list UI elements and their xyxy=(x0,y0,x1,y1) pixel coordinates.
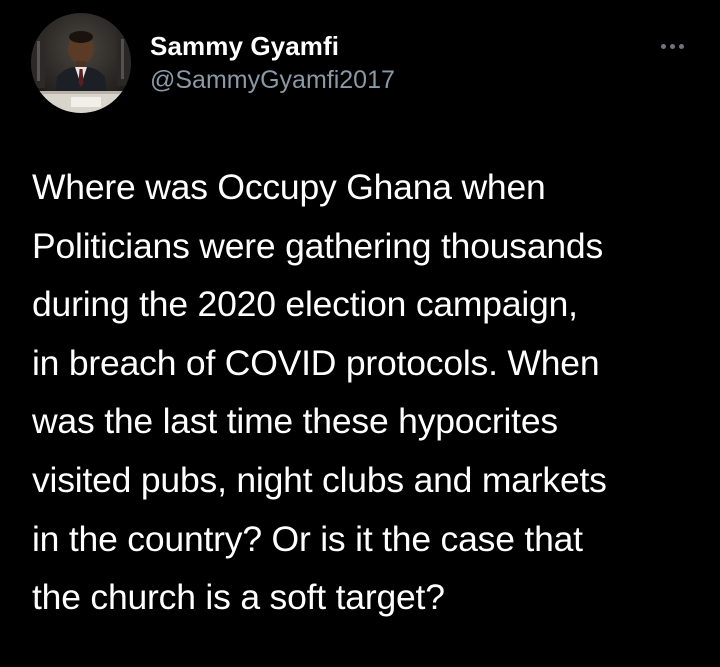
more-options-icon xyxy=(678,43,684,49)
author-display-name[interactable]: Sammy Gyamfi xyxy=(150,30,395,62)
tweet-text-line: in the country? Or is it the case that xyxy=(32,518,583,559)
tweet-text-line: visited pubs, night clubs and markets xyxy=(32,459,607,500)
tweet-text-line: Where was Occupy Ghana when xyxy=(32,167,546,207)
tweet-text-line: during the 2020 election campaign, xyxy=(32,284,578,325)
author-info: Sammy Gyamfi @SammyGyamfi2017 xyxy=(150,30,395,96)
more-options-icon xyxy=(669,43,675,49)
author-handle[interactable]: @SammyGyamfi2017 xyxy=(150,64,395,96)
author-avatar[interactable] xyxy=(31,13,131,113)
profile-photo-icon xyxy=(31,13,131,113)
tweet-card: Sammy Gyamfi @SammyGyamfi2017 Where was … xyxy=(0,0,720,667)
tweet-text-line: Politicians were gathering thousands xyxy=(32,225,604,266)
tweet-text: Where was Occupy Ghana when Politicians … xyxy=(32,158,702,627)
more-options-button[interactable] xyxy=(652,36,692,56)
tweet-text-line: was the last time these hypocrites xyxy=(32,401,558,442)
more-options-icon xyxy=(660,43,666,49)
tweet-text-line: in breach of COVID protocols. When xyxy=(32,342,600,383)
tweet-text-line: the church is a soft target? xyxy=(32,577,445,618)
